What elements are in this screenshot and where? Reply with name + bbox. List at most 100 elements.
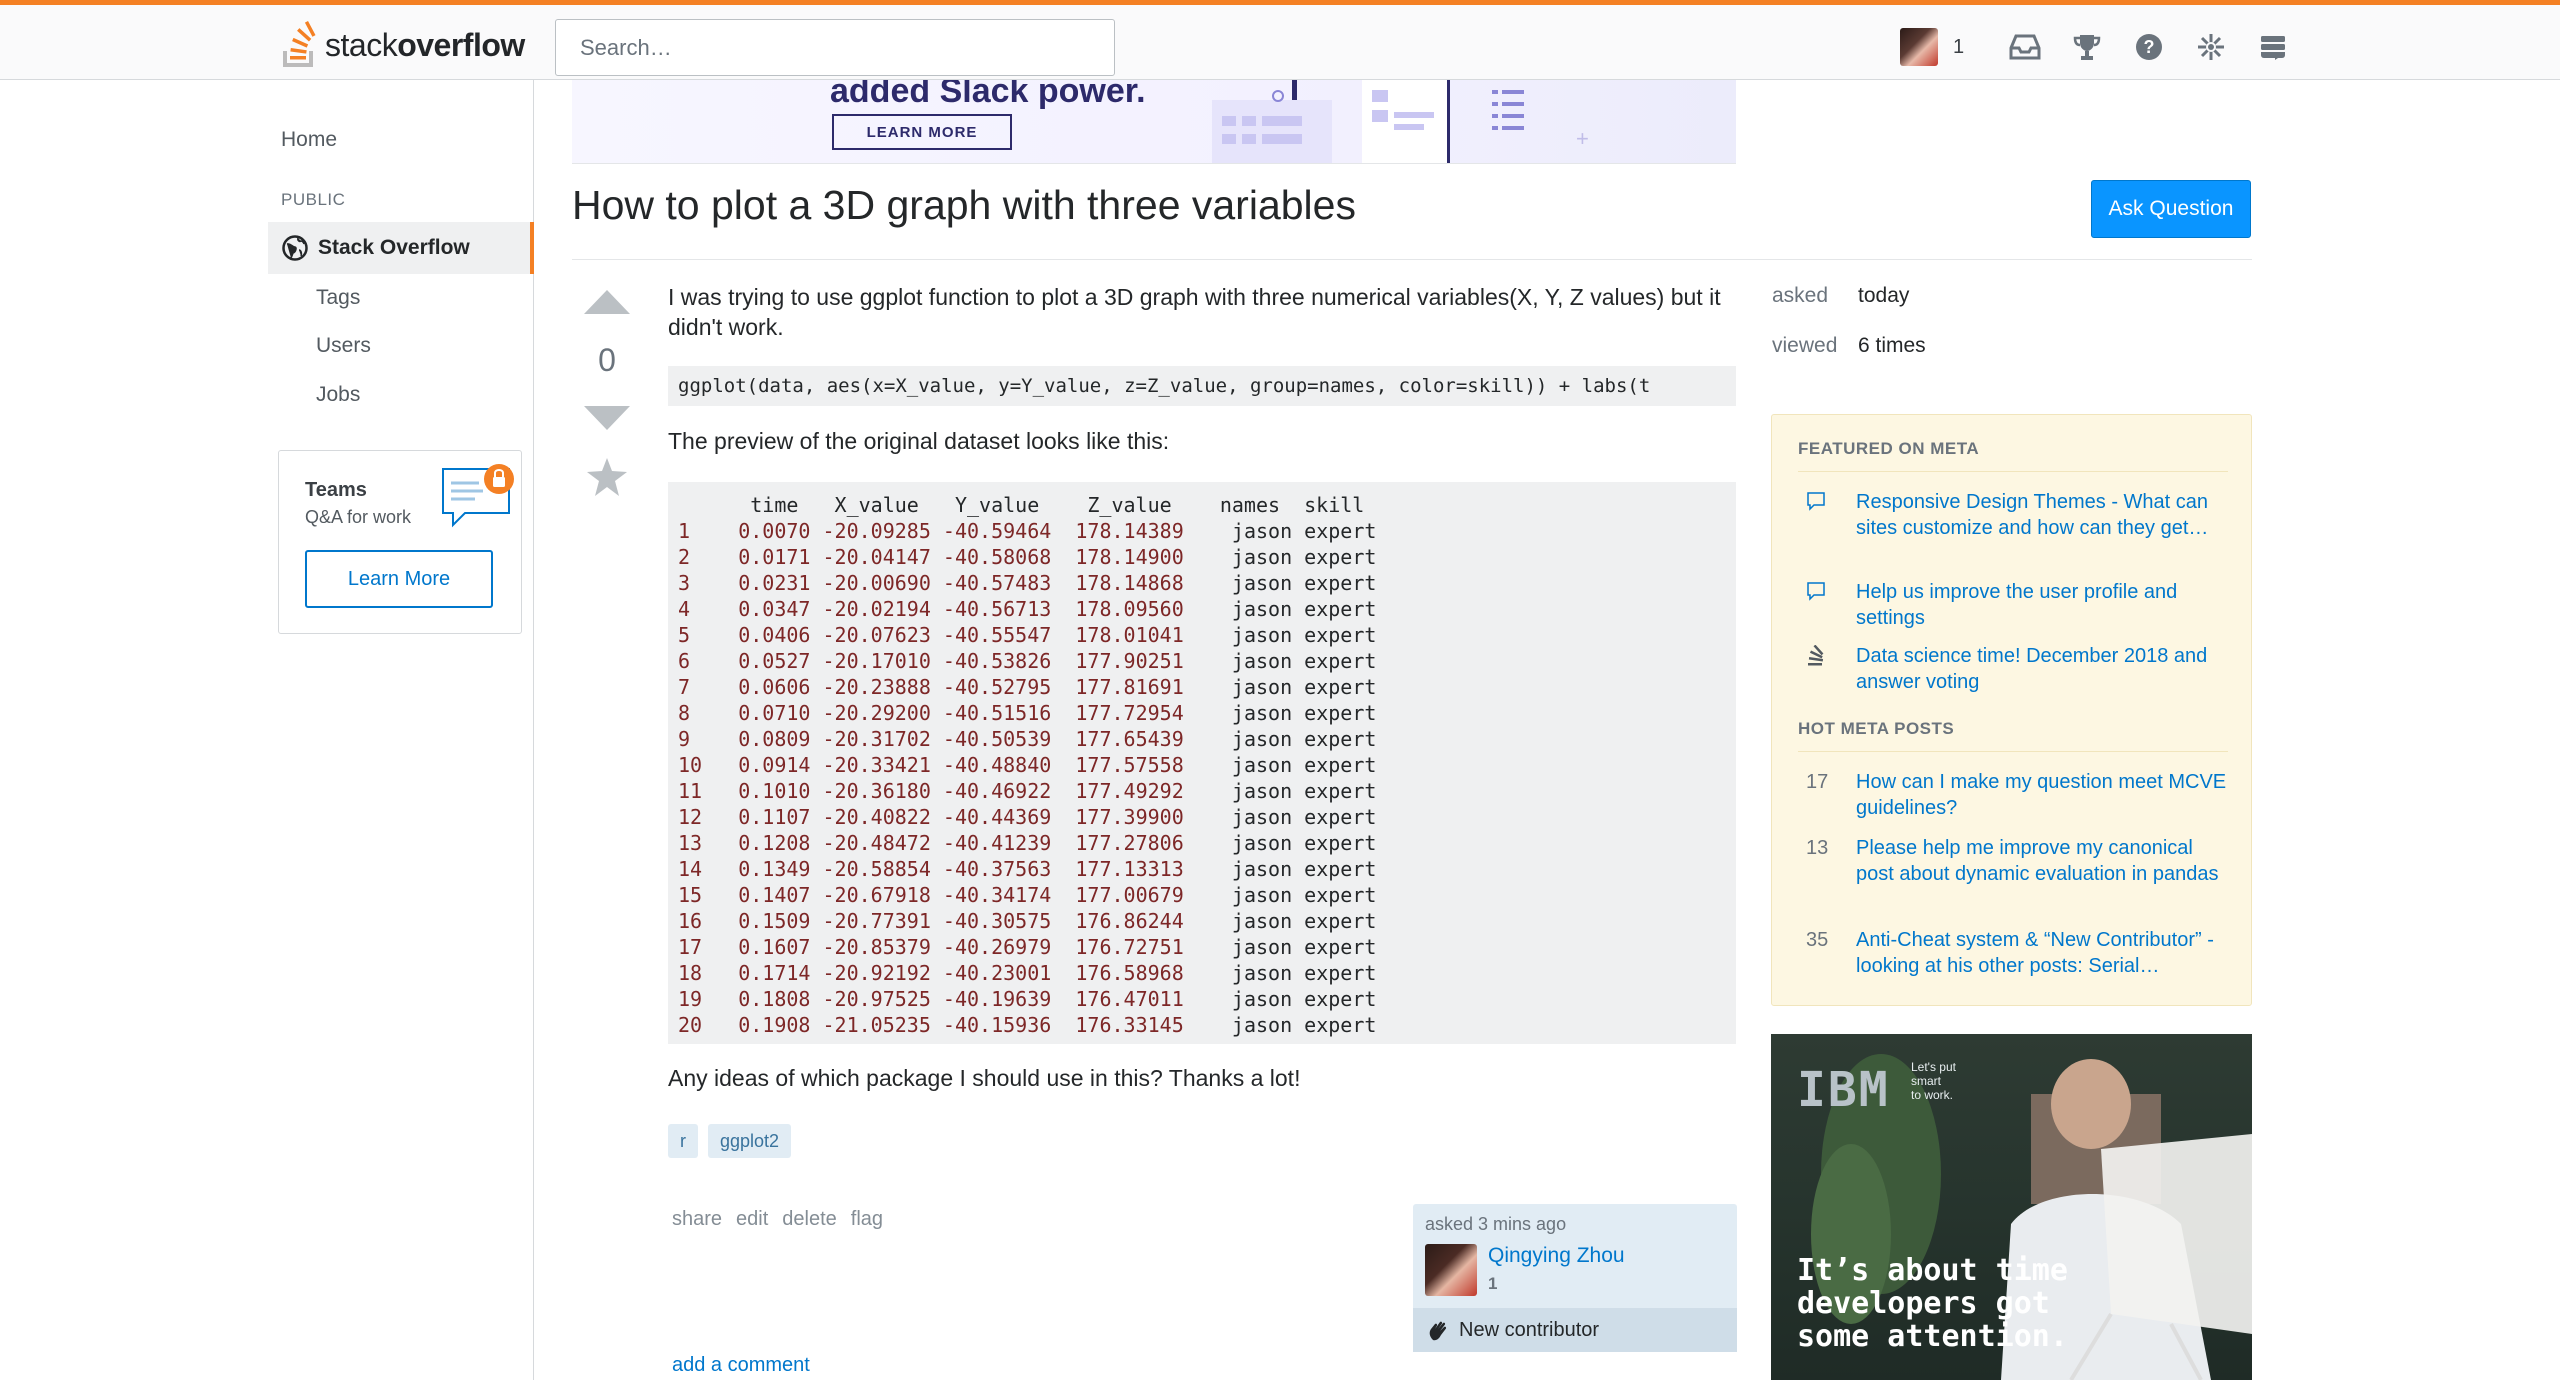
code-table-rows: 1 0.0070 -20.09285 -40.59464 178.14389 j… bbox=[678, 518, 1726, 1038]
achievements-trophy-icon[interactable] bbox=[2056, 23, 2118, 71]
edit-link[interactable]: edit bbox=[736, 1208, 768, 1231]
hot-meta-link[interactable]: Anti-Cheat system & “New Contributor” - … bbox=[1856, 927, 2228, 979]
speech-bubble-icon bbox=[1798, 489, 1856, 541]
featured-meta-item[interactable]: Help us improve the user profile and set… bbox=[1798, 579, 2228, 631]
code-table-row: 3 0.0231 -20.00690 -40.57483 178.14868 j… bbox=[678, 571, 1377, 595]
code-table-header: time X_value Y_value Z_value names skill bbox=[678, 493, 1365, 517]
site-switcher-icon[interactable] bbox=[2242, 23, 2304, 71]
left-sidebar: Home PUBLIC Stack Overflow Tags Users Jo… bbox=[0, 80, 534, 1380]
search-input[interactable] bbox=[555, 19, 1115, 76]
nav-jobs[interactable]: Jobs bbox=[316, 383, 360, 407]
flag-link[interactable]: flag bbox=[851, 1208, 883, 1231]
svg-text:+: + bbox=[1576, 126, 1589, 151]
owner-card: asked 3 mins ago Qingying Zhou 1 New con… bbox=[1413, 1204, 1737, 1352]
sidebar-advertisement[interactable]: IBM Let's put smart to work. It’s about ti… bbox=[1771, 1034, 2252, 1380]
code-table-row: 19 0.1808 -20.97525 -40.19639 176.47011 … bbox=[678, 987, 1377, 1011]
question-preview-text: The preview of the original dataset look… bbox=[668, 428, 1170, 454]
hot-meta-link[interactable]: How can I make my question meet MCVE gui… bbox=[1856, 769, 2228, 821]
teams-title: Teams bbox=[305, 479, 367, 501]
code-table-row: 14 0.1349 -20.58854 -40.37563 177.13313 … bbox=[678, 857, 1377, 881]
vote-count: 0 bbox=[598, 342, 616, 378]
ask-question-button[interactable]: Ask Question bbox=[2091, 180, 2251, 238]
code-table-row: 10 0.0914 -20.33421 -40.48840 177.57558 … bbox=[678, 753, 1377, 777]
waving-hand-icon bbox=[1429, 1321, 1447, 1341]
code-table-row: 11 0.1010 -20.36180 -40.46922 177.49292 … bbox=[678, 779, 1377, 803]
question-closing-text: Any ideas of which package I should use … bbox=[668, 1065, 1301, 1091]
add-comment-link[interactable]: add a comment bbox=[672, 1354, 810, 1377]
nav-tags[interactable]: Tags bbox=[316, 286, 360, 310]
nav-stack-overflow-label: Stack Overflow bbox=[318, 236, 470, 259]
ad-illustration-icon: + bbox=[1212, 80, 1589, 163]
code-table-row: 12 0.1107 -20.40822 -40.44369 177.39900 … bbox=[678, 805, 1377, 829]
teams-promo: Teams Q&A for work Learn More bbox=[278, 450, 522, 634]
new-contributor-label: New contributor bbox=[1459, 1318, 1600, 1341]
asked-value: today bbox=[1858, 284, 1910, 307]
question-title[interactable]: How to plot a 3D graph with three variab… bbox=[572, 182, 1356, 229]
ibm-logo: IBM bbox=[1797, 1062, 1890, 1118]
share-link[interactable]: share bbox=[672, 1208, 722, 1231]
hot-meta-posts-heading: HOT META POSTS bbox=[1798, 719, 1955, 738]
code-table-row: 4 0.0347 -20.02194 -40.56713 178.09560 j… bbox=[678, 597, 1377, 621]
help-icon[interactable]: ? bbox=[2118, 23, 2180, 71]
stack-exchange-icon bbox=[1798, 643, 1856, 695]
asked-time[interactable]: asked 3 mins ago bbox=[1425, 1214, 1566, 1235]
tag-r[interactable]: r bbox=[668, 1124, 698, 1158]
user-avatar[interactable] bbox=[1900, 28, 1938, 66]
nav-stack-overflow[interactable]: Stack Overflow bbox=[268, 222, 534, 274]
teams-learn-more-button[interactable]: Learn More bbox=[305, 550, 493, 608]
owner-avatar[interactable] bbox=[1425, 1244, 1477, 1296]
featured-meta-item[interactable]: Responsive Design Themes - What can site… bbox=[1798, 489, 2228, 541]
top-icon-bar: 1 ? bbox=[1900, 23, 2304, 71]
dataset-code-block[interactable]: time X_value Y_value Z_value names skill… bbox=[668, 482, 1736, 1044]
featured-meta-link[interactable]: Responsive Design Themes - What can site… bbox=[1856, 489, 2228, 541]
code-table-row: 7 0.0606 -20.23888 -40.52795 177.81691 j… bbox=[678, 675, 1377, 699]
code-table-row: 16 0.1509 -20.77391 -40.30575 176.86244 … bbox=[678, 909, 1377, 933]
tag-ggplot2[interactable]: ggplot2 bbox=[708, 1124, 792, 1158]
code-table-row: 8 0.0710 -20.29200 -40.51516 177.72954 j… bbox=[678, 701, 1377, 725]
downvote-arrow-icon[interactable] bbox=[584, 404, 630, 430]
upvote-arrow-icon[interactable] bbox=[584, 290, 630, 316]
stackoverflow-logo[interactable]: stackoverflow bbox=[281, 20, 525, 70]
top-advertisement[interactable]: added Slack power. LEARN MORE + bbox=[572, 80, 1736, 164]
hot-meta-item[interactable]: 13 Please help me improve my canonical p… bbox=[1798, 835, 2228, 887]
code-table-row: 1 0.0070 -20.09285 -40.59464 178.14389 j… bbox=[678, 519, 1377, 543]
asked-label: asked bbox=[1772, 284, 1829, 307]
post-menu: share edit delete flag bbox=[672, 1208, 883, 1231]
ad-side-headline: It’s about time developers got some attent… bbox=[1797, 1253, 2068, 1354]
code-table-row: 18 0.1714 -20.92192 -40.23001 176.58968 … bbox=[678, 961, 1377, 985]
hot-meta-count: 13 bbox=[1806, 837, 1829, 859]
hot-meta-link[interactable]: Please help me improve my canonical post… bbox=[1856, 835, 2228, 887]
featured-meta-link[interactable]: Data science time! December 2018 and ans… bbox=[1856, 643, 2228, 695]
review-queue-icon[interactable] bbox=[2180, 23, 2242, 71]
viewed-label: viewed bbox=[1772, 334, 1838, 357]
delete-link[interactable]: delete bbox=[782, 1208, 837, 1231]
viewed-value: 6 times bbox=[1858, 334, 1926, 357]
hot-meta-item[interactable]: 17 How can I make my question meet MCVE … bbox=[1798, 769, 2228, 821]
nav-users[interactable]: Users bbox=[316, 334, 371, 358]
title-divider bbox=[572, 259, 2252, 260]
speech-bubble-icon bbox=[1798, 579, 1856, 631]
stack-logo-icon bbox=[283, 21, 316, 67]
ad-learn-more-button[interactable]: LEARN MORE bbox=[832, 114, 1012, 150]
favorite-star-icon[interactable] bbox=[587, 458, 627, 496]
question-body-intro: I was trying to use ggplot function to p… bbox=[668, 284, 1721, 340]
inbox-icon[interactable] bbox=[1994, 23, 2056, 71]
svg-text:?: ? bbox=[2144, 37, 2155, 57]
ad-headline: added Slack power. bbox=[830, 80, 1146, 110]
hot-meta-item[interactable]: 35 Anti-Cheat system & “New Contributor”… bbox=[1798, 927, 2228, 979]
nav-home[interactable]: Home bbox=[281, 128, 337, 152]
teams-chat-illustration-icon bbox=[442, 464, 514, 528]
owner-reputation: 1 bbox=[1488, 1274, 1498, 1293]
code-snippet[interactable]: ggplot(data, aes(x=X_value, y=Y_value, z… bbox=[668, 366, 1736, 406]
hot-meta-count: 35 bbox=[1806, 929, 1829, 951]
featured-meta-item[interactable]: Data science time! December 2018 and ans… bbox=[1798, 643, 2228, 695]
new-contributor-badge[interactable]: New contributor bbox=[1413, 1308, 1737, 1352]
logo-text: stackoverflow bbox=[325, 26, 525, 63]
code-table-row: 9 0.0809 -20.31702 -40.50539 177.65439 j… bbox=[678, 727, 1377, 751]
code-table-row: 20 0.1908 -21.05235 -40.15936 176.33145 … bbox=[678, 1013, 1377, 1037]
owner-name[interactable]: Qingying Zhou bbox=[1488, 1244, 1625, 1268]
featured-meta-panel: FEATURED ON META Responsive Design Theme… bbox=[1771, 414, 2252, 1006]
featured-meta-link[interactable]: Help us improve the user profile and set… bbox=[1856, 579, 2228, 631]
reputation-count[interactable]: 1 bbox=[1953, 36, 1964, 59]
featured-on-meta-heading: FEATURED ON META bbox=[1798, 439, 1980, 458]
